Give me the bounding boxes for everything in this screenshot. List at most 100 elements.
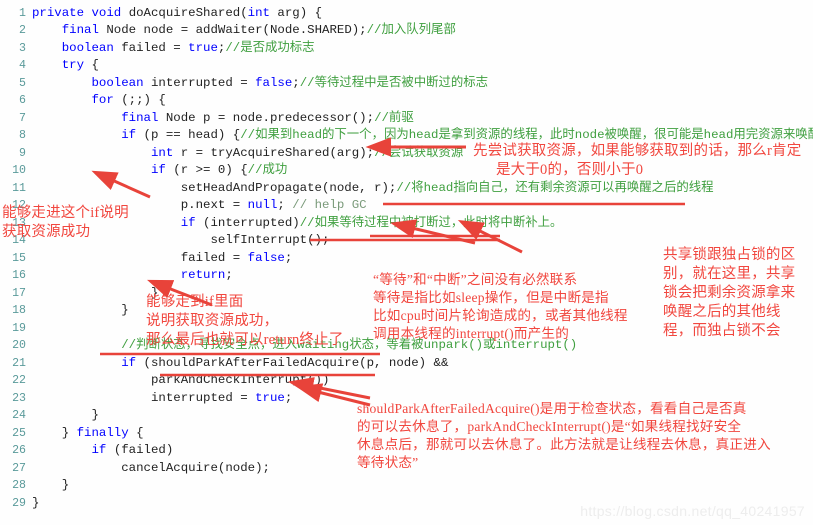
code-token: boolean (91, 75, 151, 90)
line-number: 8 (19, 129, 26, 142)
code-token: Node node = addWaiter(Node.SHARED); (106, 23, 367, 37)
line-number: 10 (12, 164, 26, 177)
watermark: https://blog.csdn.net/qq_40241957 (580, 503, 805, 519)
code-token: r = tryAcquireShared(arg); (180, 145, 375, 160)
line-number: 11 (12, 181, 26, 195)
code-token: if (180, 215, 204, 230)
line-number: 17 (12, 286, 26, 300)
ann-enter-if: 能够走进这个if说明 获取资源成功 (2, 205, 129, 240)
code-token: boolean (61, 40, 122, 55)
line-number: 9 (19, 146, 26, 160)
code-token: false (255, 75, 293, 90)
code-token: null (247, 198, 278, 212)
code-token: //将head指向自己，还有剩余资源可以再唤醒之后的线程 (396, 180, 714, 195)
code-token: //前驱 (374, 110, 414, 125)
code-token: //如果到head的下一个，因为head是拿到资源的线程，此时node被唤醒，很… (240, 128, 813, 142)
code-token: } (32, 303, 129, 317)
line-number: 26 (12, 444, 26, 457)
code-token: if (121, 355, 144, 370)
code-token: (failed) (113, 443, 174, 457)
code-token: } (32, 425, 77, 440)
code-token: int (150, 145, 181, 160)
line-number: 16 (12, 269, 26, 282)
code-token: //尝试获取资源 (374, 145, 464, 160)
code-token: int (247, 5, 278, 20)
code-token: arg) { (277, 5, 323, 20)
code-token: void (91, 5, 129, 20)
line-number: 5 (19, 76, 26, 90)
code-token: interrupted = (32, 390, 256, 405)
line-number: 23 (12, 391, 26, 405)
line-number: 6 (19, 94, 26, 107)
code-token: } (32, 408, 99, 422)
code-token: Node p = node.predecessor(); (165, 110, 375, 125)
line-number: 25 (12, 426, 26, 440)
line-number: 29 (12, 496, 26, 510)
code-token: //等待过程中是否被中断过的标志 (299, 75, 489, 90)
code-token: // help GC (292, 198, 367, 212)
line-number: 24 (12, 409, 26, 422)
line-number: 20 (12, 339, 26, 352)
code-token: if (121, 128, 144, 142)
line-number: 3 (19, 41, 26, 55)
code-token: final (61, 23, 107, 37)
code-token: //成功 (247, 163, 288, 177)
code-token: (p == head) { (143, 128, 241, 142)
line-number: 22 (12, 374, 26, 387)
ann-should-park: shouldParkAfterFailedAcquire()是用于检查状态，看看… (357, 401, 771, 470)
line-number: 28 (12, 479, 26, 492)
code-token: failed = (121, 40, 189, 55)
line-number: 19 (12, 321, 26, 335)
line-number: 27 (12, 461, 26, 475)
code-token: (shouldParkAfterFailedAcquire(p, node) &… (143, 355, 449, 370)
code-token: } (32, 285, 159, 300)
code-token: (;;) { (121, 93, 166, 107)
ann-wait-vs-interrupt: “等待”和“中断”之间没有必然联系 等待是指比如sleep操作，但是中断是指 比… (373, 272, 628, 341)
code-token: } (32, 495, 40, 510)
code-token: { (136, 425, 144, 440)
ann-try-acquire: 先尝试获取资源，如果能够获取到的话，那么r肯定 是大于0的，否则小于0 (473, 143, 802, 178)
code-token: doAcquireShared( (128, 5, 248, 20)
code-token: ; (277, 198, 293, 212)
code-token: ; (284, 390, 293, 405)
code-token: ; (225, 268, 233, 282)
code-token: } (32, 478, 70, 492)
line-number: 4 (19, 59, 26, 72)
line-number: 21 (12, 356, 26, 370)
code-token: cancelAcquire(node); (32, 460, 270, 475)
code-token: { (91, 58, 99, 72)
code-token: for (91, 93, 122, 107)
code-screenshot: 1 private void doAcquireShared(int arg) {… (0, 0, 813, 525)
code-token: if (91, 443, 114, 457)
line-number: 18 (12, 304, 26, 317)
code-token: //加入队列尾部 (366, 23, 456, 37)
code-token: finally (76, 425, 137, 440)
code-token: //如果等待过程中被打断过，此时将中断补上。 (299, 215, 563, 230)
code-token: true (255, 390, 285, 405)
ann-shared-vs-exclusive: 共享锁跟独占锁的区 别，就在这里，共享 锁会把剩余资源拿来 唤醒之后的其他线 程… (663, 247, 796, 339)
code-token: true (188, 40, 218, 55)
line-number: 2 (19, 24, 26, 37)
ann-reach-if-inside: 能够走到if里面 说明获取资源成功， 那么最后也就可以return终止了 (146, 294, 344, 348)
code-token: failed = (32, 250, 248, 265)
code-token: final (121, 110, 166, 125)
code-token: ; (292, 75, 300, 90)
code-token: //是否成功标志 (225, 40, 315, 55)
code-token: setHeadAndPropagate(node, r); (32, 180, 397, 195)
code-token: (interrupted) (203, 215, 300, 230)
code-token: return (180, 268, 226, 282)
code-token: if (150, 163, 174, 177)
line-number: 15 (12, 251, 26, 265)
code-token: private (32, 5, 92, 20)
